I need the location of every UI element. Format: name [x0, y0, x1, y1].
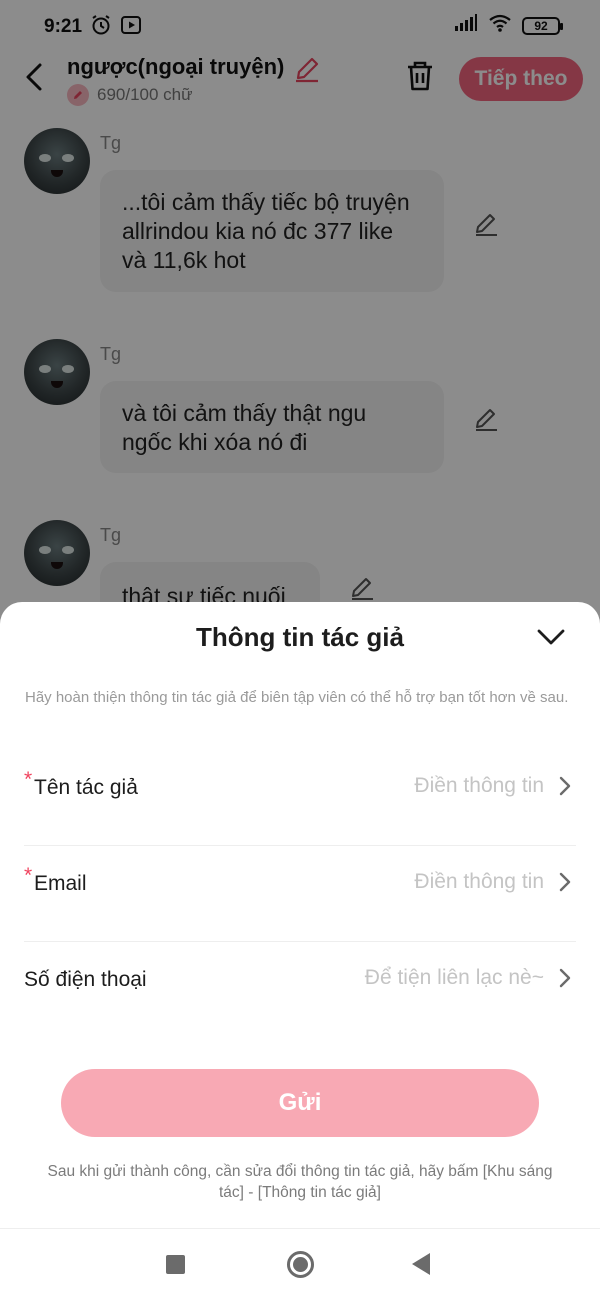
chevron-right-icon	[556, 869, 574, 895]
required-mark: *	[24, 864, 33, 887]
required-mark: *	[24, 768, 33, 791]
field-placeholder: Điền thông tin	[414, 870, 544, 893]
chevron-right-icon	[556, 965, 574, 991]
recents-button[interactable]	[166, 1255, 185, 1274]
author-name-field[interactable]: * Tên tác giả Điền thông tin	[24, 750, 576, 846]
sheet-title: Thông tin tác giả	[196, 622, 404, 652]
field-label: Số điện thoại	[24, 968, 147, 991]
chevron-down-icon	[537, 629, 565, 645]
chevron-right-icon	[556, 773, 574, 799]
system-back-button[interactable]	[412, 1253, 430, 1275]
system-navigation-bar	[0, 1228, 600, 1300]
email-field[interactable]: * Email Điền thông tin	[24, 846, 576, 942]
field-label: Email	[34, 872, 87, 895]
submit-button[interactable]: Gửi	[61, 1069, 539, 1137]
phone-field[interactable]: Số điện thoại Để tiện liên lạc nè~	[24, 942, 576, 1038]
field-label: Tên tác giả	[34, 776, 138, 799]
author-info-sheet: Thông tin tác giả Hãy hoàn thiện thông t…	[0, 602, 600, 1228]
collapse-sheet-button[interactable]	[534, 620, 568, 654]
field-placeholder: Điền thông tin	[414, 774, 544, 797]
home-button[interactable]	[287, 1251, 314, 1278]
sheet-footer-note: Sau khi gửi thành công, cần sửa đổi thôn…	[47, 1163, 553, 1201]
sheet-description: Hãy hoàn thiện thông tin tác giả để biên…	[25, 689, 569, 706]
field-placeholder: Để tiện liên lạc nè~	[364, 966, 544, 989]
